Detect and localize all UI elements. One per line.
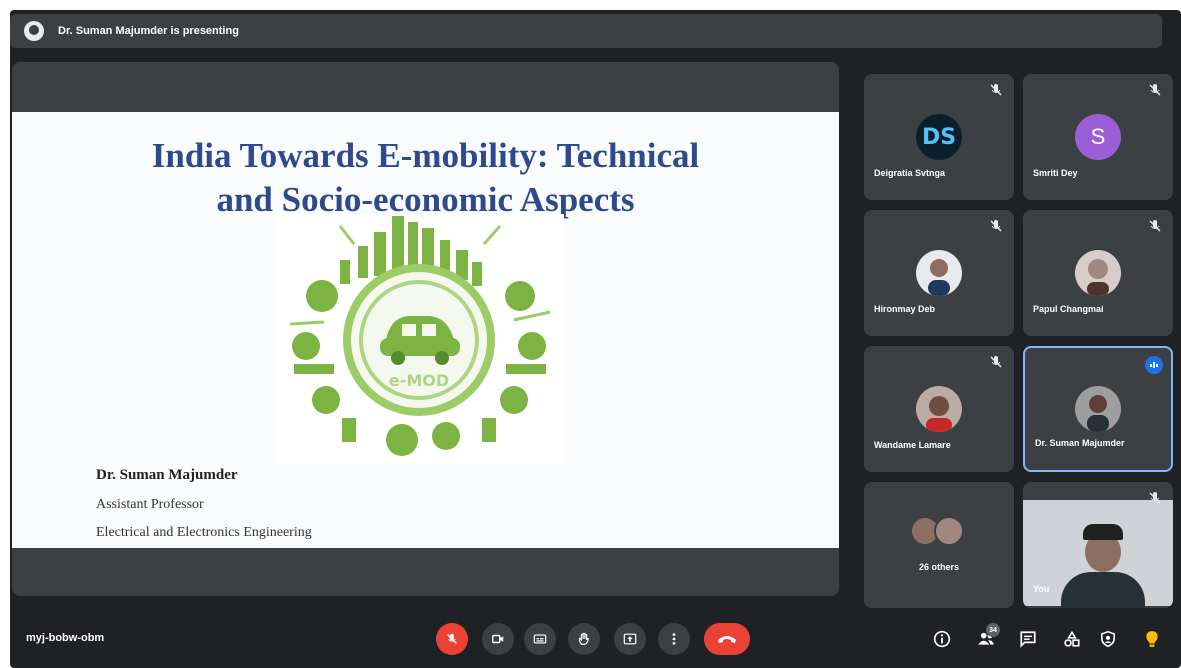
participant-name: Smriti Dey	[1033, 168, 1078, 178]
presentation-slide: India Towards E-mobility: Technical and …	[12, 112, 839, 548]
more-options-button[interactable]	[658, 623, 690, 655]
host-controls-button[interactable]	[1096, 627, 1120, 651]
participant-name: Deigratia Svtnga	[874, 168, 946, 178]
captions-button[interactable]	[524, 623, 556, 655]
raise-hand-button[interactable]	[568, 623, 600, 655]
people-button[interactable]: 34	[974, 623, 1000, 651]
activities-button[interactable]	[1060, 627, 1084, 651]
camera-button[interactable]	[482, 623, 514, 655]
slide-title: India Towards E-mobility: Technical and …	[12, 134, 839, 222]
slide-presenter-role: Assistant Professor	[96, 497, 204, 512]
mic-off-icon	[1149, 84, 1161, 96]
presenting-banner: Dr. Suman Majumder is presenting	[10, 14, 1162, 48]
lightbulb-button[interactable]	[1140, 627, 1164, 651]
participant-tile[interactable]: S Smriti Dey	[1023, 74, 1173, 200]
mic-off-icon	[1149, 492, 1161, 504]
slide-presenter-name: Dr. Suman Majumder	[96, 467, 238, 483]
participant-tile[interactable]: Wandame Lamare	[864, 346, 1014, 472]
participant-name: Wandame Lamare	[874, 440, 951, 450]
participant-tile[interactable]: Papul Changmai	[1023, 210, 1173, 336]
chat-button[interactable]	[1016, 627, 1040, 651]
presenter-avatar	[24, 21, 44, 41]
participant-avatar: DS	[916, 114, 962, 160]
avatar-logo-text: DS	[921, 124, 957, 150]
participant-name: Dr. Suman Majumder	[1035, 438, 1125, 448]
participant-avatar	[916, 386, 962, 432]
participant-avatar	[1075, 250, 1121, 296]
raise-hand-icon	[578, 632, 589, 645]
others-tile[interactable]: 26 others	[864, 482, 1014, 608]
participant-tile[interactable]: DS Deigratia Svtnga	[864, 74, 1014, 200]
participant-avatar	[1075, 386, 1121, 432]
camera-icon	[492, 634, 504, 644]
participant-tile[interactable]: Hironmay Deb	[864, 210, 1014, 336]
participant-name: Papul Changmai	[1033, 304, 1104, 314]
mic-off-icon	[990, 356, 1002, 368]
activities-icon	[1064, 630, 1080, 647]
logo-text: e-MOD	[389, 371, 449, 390]
presenting-text: Dr. Suman Majumder is presenting	[58, 25, 239, 37]
people-count-badge: 34	[986, 623, 1000, 637]
present-button[interactable]	[614, 623, 646, 655]
present-icon	[623, 633, 637, 645]
others-avatar	[934, 516, 964, 546]
participant-tile-speaking[interactable]: Dr. Suman Majumder	[1023, 346, 1173, 472]
slide-title-line-1: India Towards E-mobility: Technical	[151, 136, 700, 175]
self-view-tile[interactable]: You	[1023, 482, 1173, 608]
captions-icon	[533, 634, 547, 644]
mic-off-icon	[990, 220, 1002, 232]
participant-name: Hironmay Deb	[874, 304, 936, 314]
end-call-button[interactable]	[704, 623, 750, 655]
mic-off-icon	[1149, 220, 1161, 232]
participant-name: You	[1033, 584, 1050, 594]
avatar-letter: S	[1090, 124, 1106, 149]
lightbulb-icon	[1146, 631, 1158, 647]
participant-avatar	[916, 250, 962, 296]
info-button[interactable]	[930, 627, 954, 651]
others-count: 26 others	[918, 562, 960, 572]
presentation-stage[interactable]: India Towards E-mobility: Technical and …	[12, 62, 839, 596]
chat-icon	[1020, 631, 1036, 648]
host-controls-icon	[1101, 630, 1115, 648]
mic-off-icon	[447, 633, 457, 644]
end-call-icon	[718, 636, 736, 643]
mic-off-button[interactable]	[436, 623, 468, 655]
more-options-icon	[672, 633, 676, 645]
slide-presenter-dept: Electrical and Electronics Engineering	[96, 525, 312, 540]
participant-avatar: S	[1075, 114, 1121, 160]
info-icon	[933, 630, 951, 648]
bottom-toolbar: myj-bobw-obm 34	[10, 610, 1181, 668]
e-mod-logo: e-MOD	[274, 214, 564, 464]
meeting-code: myj-bobw-obm	[26, 632, 105, 644]
mic-off-icon	[990, 84, 1002, 96]
speaking-indicator-icon	[1145, 356, 1163, 374]
